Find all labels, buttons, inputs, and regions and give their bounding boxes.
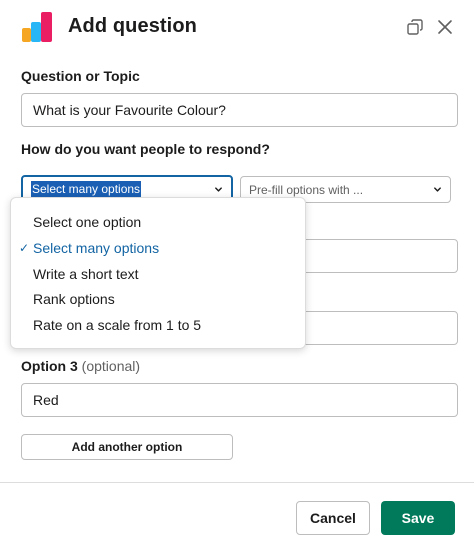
- chevron-down-icon: [434, 187, 441, 192]
- modal-title: Add question: [68, 15, 197, 37]
- modal-header: Add question: [0, 0, 474, 56]
- checkmark-icon: ✓: [19, 240, 30, 255]
- cancel-button[interactable]: Cancel: [296, 501, 370, 535]
- chevron-down-icon: [215, 187, 222, 192]
- response-type-value: Select many options: [31, 180, 142, 197]
- response-label: How do you want people to respond?: [21, 141, 270, 157]
- menu-item-rank[interactable]: Rank options: [11, 287, 305, 313]
- menu-item-select-one[interactable]: Select one option: [11, 210, 305, 236]
- prefill-placeholder: Pre-fill options with ...: [249, 182, 364, 197]
- menu-item-short-text[interactable]: Write a short text: [11, 262, 305, 288]
- menu-item-rate-scale[interactable]: Rate on a scale from 1 to 5: [11, 313, 305, 339]
- restore-icon[interactable]: [404, 16, 426, 38]
- bar-chart-logo: [22, 12, 54, 42]
- option-3-input[interactable]: [21, 383, 458, 417]
- question-label: Question or Topic: [21, 68, 140, 84]
- footer-divider: [0, 482, 474, 483]
- response-type-menu: Select one option ✓ Select many options …: [10, 197, 306, 349]
- question-input[interactable]: [21, 93, 458, 127]
- optional-hint: (optional): [81, 358, 141, 374]
- option-3-label: Option 3 (optional): [21, 358, 141, 374]
- save-button[interactable]: Save: [381, 501, 455, 535]
- add-option-button[interactable]: Add another option: [21, 434, 233, 460]
- close-icon[interactable]: [434, 16, 456, 38]
- menu-item-select-many[interactable]: ✓ Select many options: [11, 236, 305, 262]
